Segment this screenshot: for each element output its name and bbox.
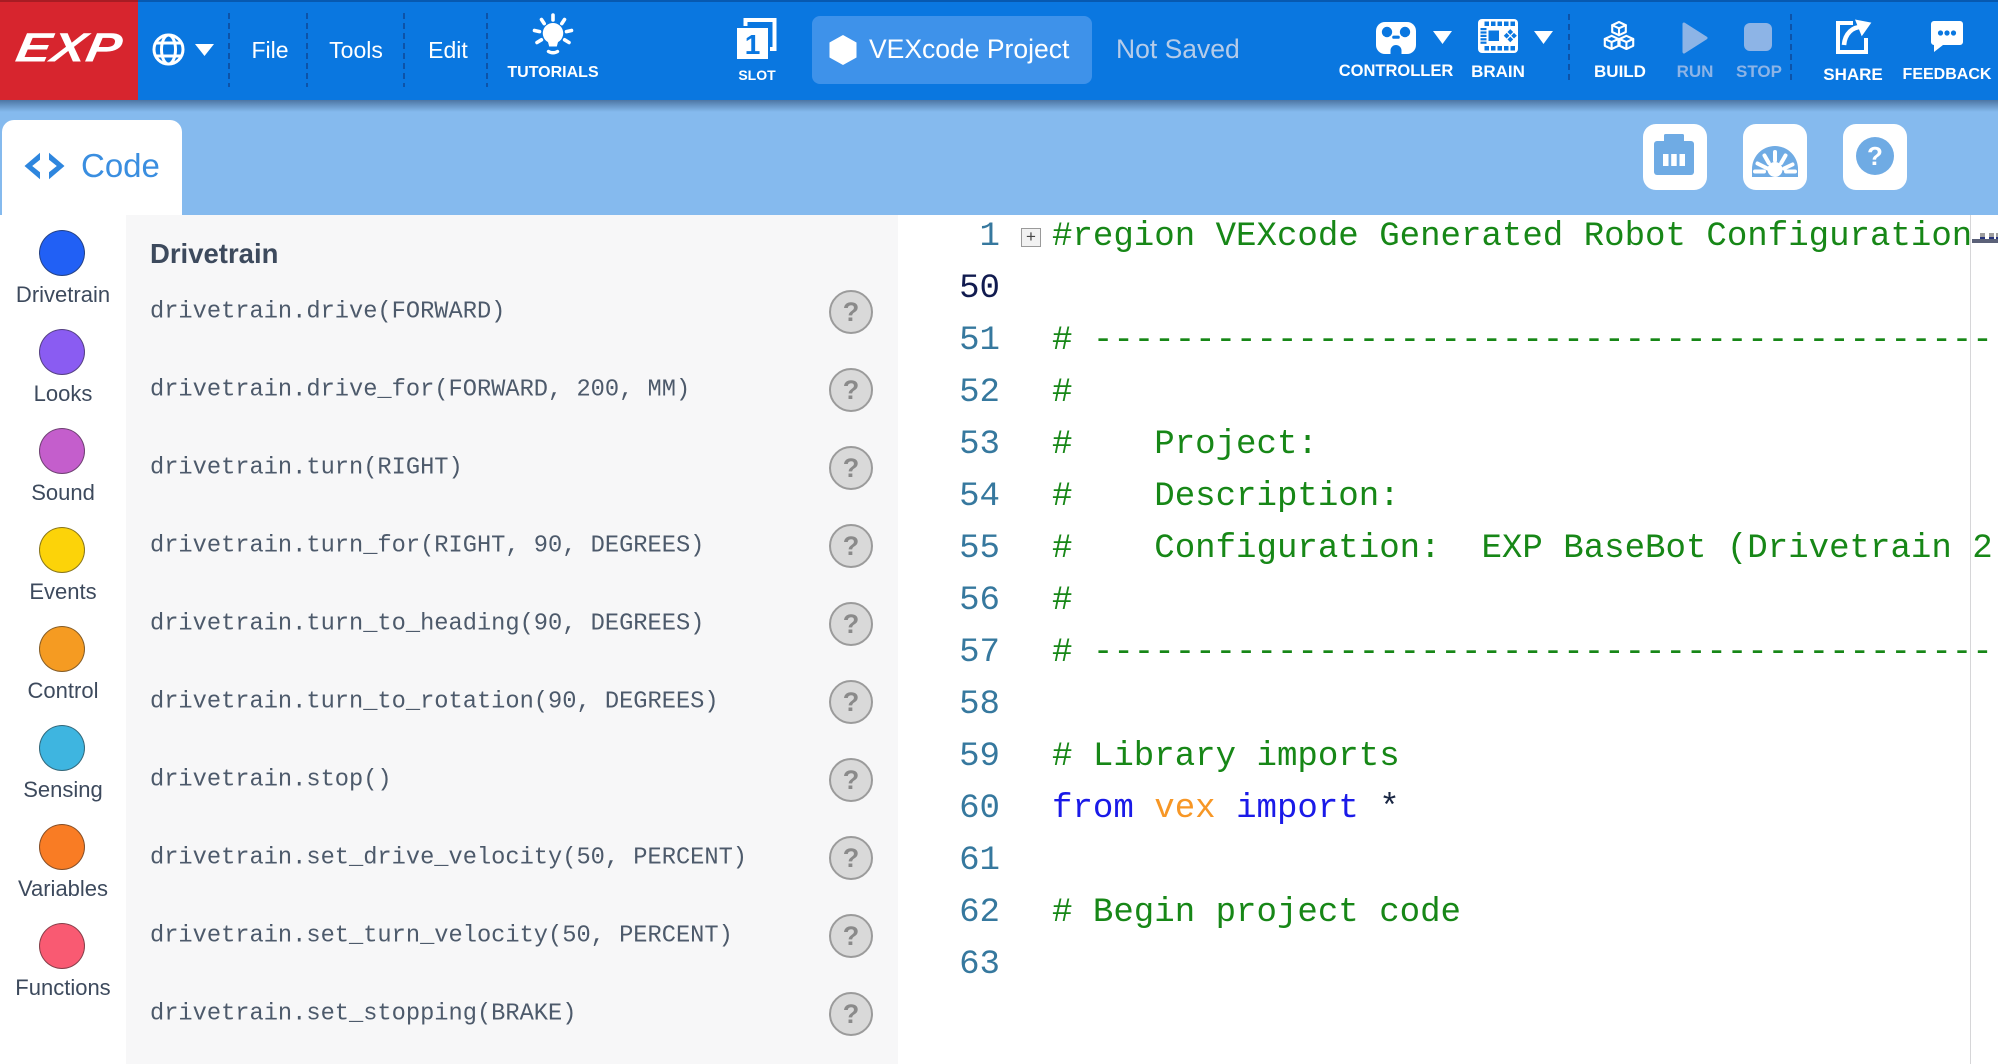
svg-text:1: 1 [745, 29, 761, 60]
svg-text:?: ? [1867, 141, 1883, 171]
